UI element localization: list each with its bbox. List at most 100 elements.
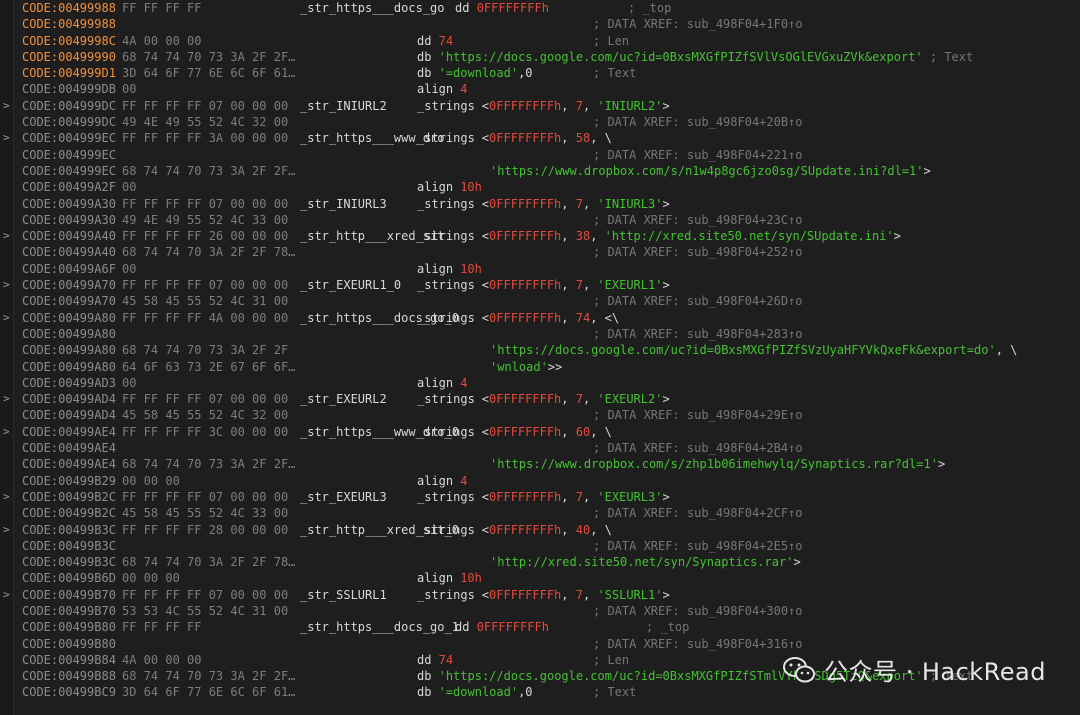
expand-arrow-icon[interactable]: > (3, 522, 10, 538)
symbol-name[interactable]: _str_SSLURL1 (300, 587, 387, 603)
symbol-name[interactable]: _str_INIURL2 (300, 98, 387, 114)
symbol-name[interactable]: _str_EXEURL3 (300, 489, 387, 505)
address[interactable]: CODE:00499B84 (22, 652, 116, 668)
disassembly-listing[interactable]: CODE:00499988 FF FF FF FF _str_https___doc… (0, 0, 1080, 715)
expand-arrow-icon[interactable]: > (3, 130, 10, 146)
expand-arrow-icon[interactable]: > (3, 587, 10, 603)
listing-line[interactable]: > CODE:00499AD4 FF FF FF FF 07 00 00 00 _st… (0, 391, 1080, 407)
listing-line[interactable]: CODE:00499A6F 00 align 10h (0, 261, 1080, 277)
address[interactable]: CODE:00499B80 (22, 636, 116, 652)
symbol-name[interactable]: _str_EXEURL2 (300, 391, 387, 407)
listing-line[interactable]: > CODE:00499AE4 FF FF FF FF 3C 00 00 00 _st… (0, 424, 1080, 440)
listing-line[interactable]: CODE:00499A80 ; DATA XREF: sub_498F04+283… (0, 326, 1080, 342)
address[interactable]: CODE:004999D1 (22, 65, 116, 81)
address[interactable]: CODE:00499988 (22, 0, 116, 16)
listing-line[interactable]: CODE:00499988 FF FF FF FF _str_https___doc… (0, 0, 1080, 16)
expand-arrow-icon[interactable]: > (3, 489, 10, 505)
listing-line[interactable]: CODE:00499A30 49 4E 49 55 52 4C 33 00 ; DA… (0, 212, 1080, 228)
listing-line[interactable]: > CODE:004999DC FF FF FF FF 07 00 00 00 _st… (0, 98, 1080, 114)
address[interactable]: CODE:00499A80 (22, 342, 116, 358)
listing-line[interactable]: CODE:00499AE4 ; DATA XREF: sub_498F04+2B4… (0, 440, 1080, 456)
listing-line[interactable]: CODE:00499AE4 68 74 74 70 73 3A 2F 2F… 'ht… (0, 456, 1080, 472)
address[interactable]: CODE:00499A2F (22, 179, 116, 195)
listing-line[interactable]: CODE:00499AD3 00 align 4 (0, 375, 1080, 391)
address[interactable]: CODE:00499B3C (22, 522, 116, 538)
listing-line[interactable]: CODE:004999EC ; DATA XREF: sub_498F04+221… (0, 147, 1080, 163)
address[interactable]: CODE:00499BC9 (22, 684, 116, 700)
listing-line[interactable]: CODE:004999DB 00 align 4 (0, 81, 1080, 97)
listing-line[interactable]: > CODE:004999EC FF FF FF FF 3A 00 00 00 _st… (0, 130, 1080, 146)
address[interactable]: CODE:00499B29 (22, 473, 116, 489)
listing-line[interactable]: CODE:00499B70 53 53 4C 55 52 4C 31 00 ; DA… (0, 603, 1080, 619)
address[interactable]: CODE:00499A30 (22, 196, 116, 212)
listing-line[interactable]: > CODE:00499A40 FF FF FF FF 26 00 00 00 _st… (0, 228, 1080, 244)
address[interactable]: CODE:004999EC (22, 147, 116, 163)
address[interactable]: CODE:00499A80 (22, 310, 116, 326)
address[interactable]: CODE:004999EC (22, 130, 116, 146)
address[interactable]: CODE:00499A70 (22, 277, 116, 293)
listing-line[interactable]: CODE:00499B29 00 00 00 align 4 (0, 473, 1080, 489)
listing-line[interactable]: > CODE:00499A70 FF FF FF FF 07 00 00 00 _st… (0, 277, 1080, 293)
listing-line[interactable]: CODE:00499A30 FF FF FF FF 07 00 00 00 _str… (0, 196, 1080, 212)
listing-line[interactable]: CODE:00499990 68 74 74 70 73 3A 2F 2F… db '… (0, 49, 1080, 65)
expand-arrow-icon[interactable]: > (3, 277, 10, 293)
address[interactable]: CODE:00499AE4 (22, 456, 116, 472)
listing-line[interactable]: CODE:00499AD4 45 58 45 55 52 4C 32 00 ; DA… (0, 407, 1080, 423)
address[interactable]: CODE:00499A70 (22, 293, 116, 309)
address[interactable]: CODE:00499A80 (22, 326, 116, 342)
address[interactable]: CODE:00499B70 (22, 603, 116, 619)
listing-line[interactable]: CODE:00499B80 ; DATA XREF: sub_498F04+316… (0, 636, 1080, 652)
expand-arrow-icon[interactable]: > (3, 98, 10, 114)
listing-line[interactable]: CODE:00499A80 64 6F 63 73 2E 67 6F 6F… 'wn… (0, 359, 1080, 375)
address[interactable]: CODE:00499988 (22, 16, 116, 32)
address[interactable]: CODE:00499B3C (22, 538, 116, 554)
address[interactable]: CODE:004999EC (22, 163, 116, 179)
listing-line[interactable]: CODE:00499B6D 00 00 00 align 10h (0, 570, 1080, 586)
expand-arrow-icon[interactable]: > (3, 228, 10, 244)
symbol-name[interactable]: _str_EXEURL1_0 (300, 277, 401, 293)
listing-line[interactable]: CODE:00499A70 45 58 45 55 52 4C 31 00 ; DA… (0, 293, 1080, 309)
address[interactable]: CODE:00499A40 (22, 228, 116, 244)
address[interactable]: CODE:00499AE4 (22, 424, 116, 440)
listing-line[interactable]: CODE:004999D1 3D 64 6F 77 6E 6C 6F 61… db '… (0, 65, 1080, 81)
address[interactable]: CODE:00499B80 (22, 619, 116, 635)
address[interactable]: CODE:004999DC (22, 114, 116, 130)
address[interactable]: CODE:00499AE4 (22, 440, 116, 456)
address[interactable]: CODE:0049998C (22, 33, 116, 49)
listing-line[interactable]: CODE:00499B80 FF FF FF FF _str_https___doc… (0, 619, 1080, 635)
address[interactable]: CODE:00499B70 (22, 587, 116, 603)
expand-arrow-icon[interactable]: > (3, 424, 10, 440)
listing-line[interactable]: CODE:00499B3C 68 74 74 70 3A 2F 2F 78… 'ht… (0, 554, 1080, 570)
address[interactable]: CODE:00499B2C (22, 505, 116, 521)
listing-line[interactable]: CODE:00499B2C 45 58 45 55 52 4C 33 00 ; DA… (0, 505, 1080, 521)
address[interactable]: CODE:004999DB (22, 81, 116, 97)
address[interactable]: CODE:00499A80 (22, 359, 116, 375)
address[interactable]: CODE:00499B6D (22, 570, 116, 586)
listing-line[interactable]: CODE:00499B3C ; DATA XREF: sub_498F04+2E5… (0, 538, 1080, 554)
address[interactable]: CODE:00499B3C (22, 554, 116, 570)
listing-line[interactable]: CODE:00499A80 68 74 74 70 73 3A 2F 2F 'htt… (0, 342, 1080, 358)
listing-line[interactable]: CODE:004999DC 49 4E 49 55 52 4C 32 00 ; DA… (0, 114, 1080, 130)
listing-line[interactable]: CODE:00499A2F 00 align 10h (0, 179, 1080, 195)
listing-line[interactable]: > CODE:00499B2C FF FF FF FF 07 00 00 00 _st… (0, 489, 1080, 505)
listing-line[interactable]: CODE:004999EC 68 74 74 70 73 3A 2F 2F… 'ht… (0, 163, 1080, 179)
listing-line[interactable]: > CODE:00499A80 FF FF FF FF 4A 00 00 00 _st… (0, 310, 1080, 326)
listing-line[interactable]: > CODE:00499B3C FF FF FF FF 28 00 00 00 _st… (0, 522, 1080, 538)
address[interactable]: CODE:00499AD4 (22, 391, 116, 407)
address[interactable]: CODE:00499AD4 (22, 407, 116, 423)
symbol-name[interactable]: _str_https___docs_go_1 (300, 619, 459, 635)
address[interactable]: CODE:00499B2C (22, 489, 116, 505)
address[interactable]: CODE:00499A40 (22, 244, 116, 260)
symbol-name[interactable]: _str_https___docs_go (300, 0, 445, 16)
listing-line[interactable]: CODE:00499988 ; DATA XREF: sub_498F04+1F0… (0, 16, 1080, 32)
listing-line[interactable]: > CODE:00499B70 FF FF FF FF 07 00 00 00 _st… (0, 587, 1080, 603)
address[interactable]: CODE:00499990 (22, 49, 116, 65)
address[interactable]: CODE:00499AD3 (22, 375, 116, 391)
address[interactable]: CODE:00499A6F (22, 261, 116, 277)
expand-arrow-icon[interactable]: > (3, 391, 10, 407)
listing-line[interactable]: CODE:0049998C 4A 00 00 00 dd 74 ; Len (0, 33, 1080, 49)
listing-line[interactable]: CODE:00499A40 68 74 74 70 3A 2F 2F 78… ; D… (0, 244, 1080, 260)
address[interactable]: CODE:00499A30 (22, 212, 116, 228)
address[interactable]: CODE:00499B88 (22, 668, 116, 684)
expand-arrow-icon[interactable]: > (3, 310, 10, 326)
